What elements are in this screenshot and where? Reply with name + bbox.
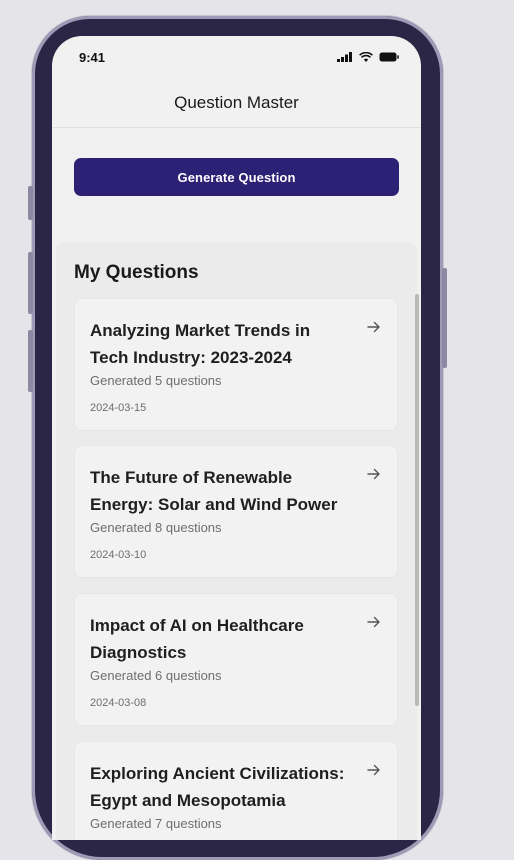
volume-up-button <box>28 252 33 314</box>
question-card[interactable]: Exploring Ancient Civilizations: Egypt a… <box>74 741 398 840</box>
arrow-right-icon[interactable] <box>367 616 381 628</box>
card-title: Exploring Ancient Civilizations: Egypt a… <box>90 764 345 810</box>
card-date: 2024-03-08 <box>90 697 147 709</box>
arrow-right-icon[interactable] <box>367 764 381 776</box>
mute-switch <box>28 186 33 220</box>
card-title: The Future of Renewable Energy: Solar an… <box>90 468 338 514</box>
page-title: Question Master <box>174 92 299 112</box>
card-date: 2024-03-15 <box>90 402 147 414</box>
battery-icon <box>379 52 399 62</box>
question-card[interactable]: Impact of AI on Healthcare Diagnostics G… <box>74 593 398 726</box>
card-date: 2024-03-10 <box>90 549 147 561</box>
arrow-right-icon[interactable] <box>367 468 381 480</box>
card-question-count: Generated 6 questions <box>90 668 222 683</box>
signal-icon <box>337 52 352 62</box>
card-question-count: Generated 7 questions <box>90 816 222 831</box>
arrow-right-icon[interactable] <box>367 321 381 333</box>
scrollbar[interactable] <box>415 294 419 706</box>
card-title: Impact of AI on Healthcare Diagnostics <box>90 616 304 662</box>
wifi-icon <box>359 52 373 62</box>
generate-question-button[interactable]: Generate Question <box>74 158 399 196</box>
question-card[interactable]: The Future of Renewable Energy: Solar an… <box>74 445 398 578</box>
status-bar: 9:41 <box>52 36 421 78</box>
status-time: 9:41 <box>79 49 106 65</box>
card-question-count: Generated 5 questions <box>90 373 222 388</box>
card-title: Analyzing Market Trends in Tech Industry… <box>90 321 311 367</box>
my-questions-section: My Questions Analyzing Market Trends in … <box>56 242 417 840</box>
app-screen: 9:41 Question Master Generate Question M… <box>52 36 421 840</box>
status-icons <box>337 52 399 62</box>
card-question-count: Generated 8 questions <box>90 520 222 535</box>
nav-bar: Question Master <box>52 78 421 128</box>
volume-down-button <box>28 330 33 392</box>
question-card[interactable]: Analyzing Market Trends in Tech Industry… <box>74 298 398 431</box>
section-title: My Questions <box>74 262 199 283</box>
power-button <box>442 268 447 368</box>
